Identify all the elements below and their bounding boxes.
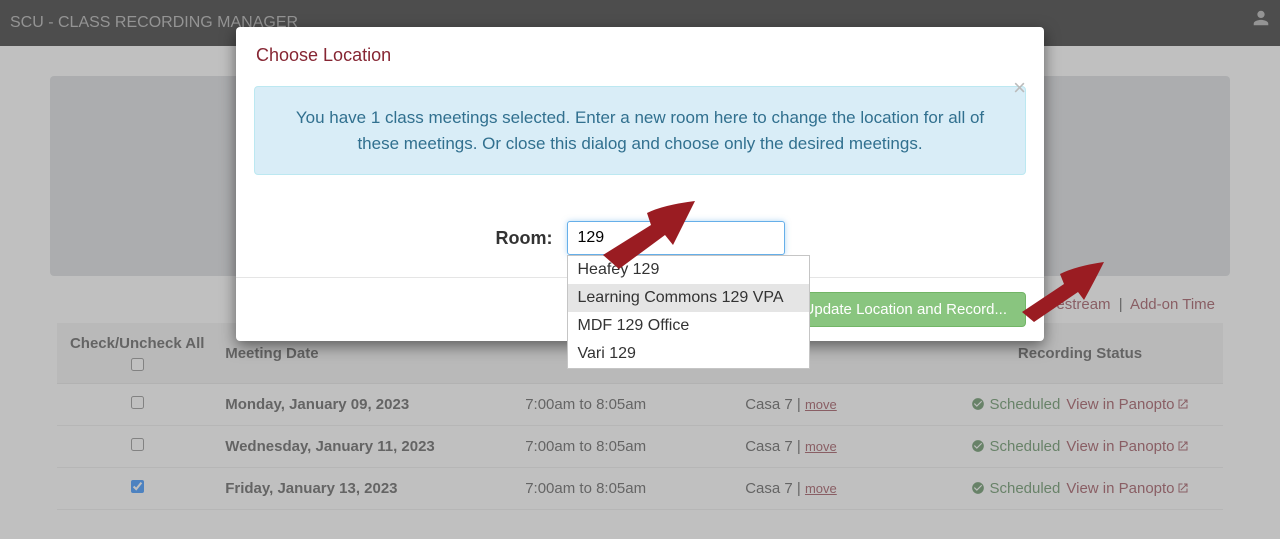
room-label: Room: <box>496 228 553 249</box>
location-modal: Choose Location × You have 1 class meeti… <box>236 27 1044 341</box>
modal-info: You have 1 class meetings selected. Ente… <box>254 86 1026 175</box>
close-icon[interactable]: × <box>1013 75 1026 101</box>
update-location-button[interactable]: Update Location and Record... <box>785 292 1026 327</box>
annotation-arrow-icon <box>1022 260 1108 330</box>
annotation-arrow-icon <box>603 197 699 277</box>
modal-title: Choose Location <box>256 45 1024 66</box>
autocomplete-item[interactable]: Vari 129 <box>568 340 809 368</box>
autocomplete-item[interactable]: Learning Commons 129 VPA <box>568 284 809 312</box>
autocomplete-item[interactable]: MDF 129 Office <box>568 312 809 340</box>
